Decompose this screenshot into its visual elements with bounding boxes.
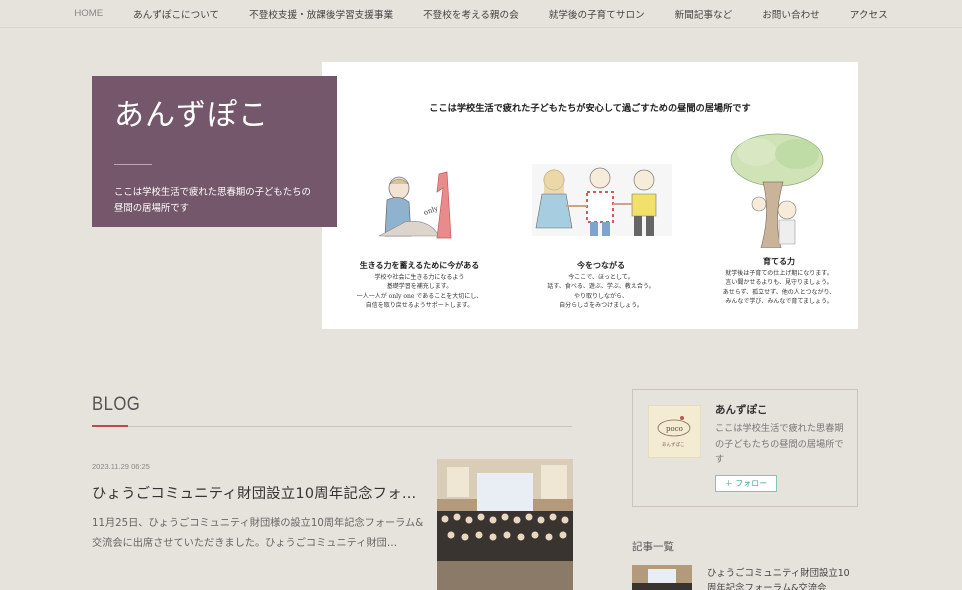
blog-heading: BLOG: [92, 394, 141, 415]
feature-body-live: 学校や社会に生きる力になるよう 基礎学習を補充します。 一人一人が only o…: [356, 274, 483, 309]
nav-item-contact[interactable]: お問い合わせ: [747, 7, 835, 21]
site-tagline: ここは学校生活で疲れた思春期の子どもたちの昼間の居場所です: [114, 187, 311, 214]
feature-heading-connect: 今をつながる: [577, 260, 625, 270]
only-text: only: [423, 204, 440, 217]
blog-section: BLOG: [92, 394, 572, 427]
follow-button[interactable]: ＋ フォロー: [715, 475, 777, 492]
nav-item-access[interactable]: アクセス: [835, 7, 903, 21]
group-photo-image: [437, 459, 573, 590]
nav-item-support[interactable]: 不登校支援・放課後学習支援事業: [234, 7, 408, 21]
profile-logo[interactable]: poco あんずぽこ: [648, 405, 701, 458]
tree-with-children-illustration: [730, 133, 824, 248]
site-title: あんずぽこ: [114, 98, 269, 133]
post-thumbnail[interactable]: [437, 459, 573, 590]
feature-heading-nurture: 育てる力: [763, 256, 795, 266]
post-excerpt: 11月25日、ひょうごコミュニティ財団様の設立10周年記念フォーラム&交流会に出…: [92, 518, 424, 549]
logo-subtext: あんずぽこ: [662, 441, 685, 448]
child-only-one-illustration: only: [378, 171, 452, 239]
title-divider: [114, 164, 152, 165]
site-title-box: あんずぽこ ここは学校生活で疲れた思春期の子どもたちの昼間の居場所です: [92, 76, 337, 227]
nav-item-about[interactable]: あんずぽこについて: [118, 7, 234, 21]
article-list-heading: 記事一覧: [632, 541, 674, 553]
feature-heading-live: 生きる力を蓄えるために今がある: [359, 260, 480, 270]
post-title-link[interactable]: ひょうごコミュニティ財団設立10周年記念フォ…: [92, 482, 422, 503]
profile-name: あんずぽこ: [715, 404, 768, 416]
article-list-thumbnail[interactable]: [632, 565, 692, 590]
children-holding-hands-illustration: [532, 164, 672, 236]
global-nav: HOME あんずぽこについて 不登校支援・放課後学習支援事業 不登校を考える親の…: [0, 0, 962, 28]
logo-text: poco: [666, 425, 683, 433]
blog-heading-divider: [92, 425, 572, 427]
profile-description: ここは学校生活で疲れた思春期の子どもたちの昼間の居場所です: [715, 423, 844, 465]
hero-image: ここは学校生活で疲れた子どもたちが安心して過ごすための昼間の居場所です only…: [322, 62, 858, 329]
nav-item-salon[interactable]: 就学後の子育てサロン: [534, 7, 660, 21]
feature-column-live: 生きる力を蓄えるために今がある 学校や社会に生きる力になるよう 基礎学習を補充し…: [352, 260, 487, 310]
feature-column-nurture: 育てる力 就学後は子育ての仕上げ期になります。 言い聞かせるよりも、見守りましょ…: [706, 256, 852, 306]
article-thumbnail-image: [632, 565, 692, 590]
nav-item-home[interactable]: HOME: [59, 8, 118, 19]
feature-column-connect: 今をつながる 今ここで、ほっとして。 話す、食べる、遊ぶ、学ぶ、教え合う。 やり…: [528, 260, 674, 310]
post-date: 2023.11.29 06:25: [92, 462, 150, 471]
hero-caption: ここは学校生活で疲れた子どもたちが安心して過ごすための昼間の居場所です: [429, 103, 751, 114]
feature-body-nurture: 就学後は子育ての仕上げ期になります。 言い聞かせるよりも、見守りましょう。 あせ…: [722, 270, 836, 305]
poco-logo-icon: poco あんずぽこ: [657, 416, 691, 448]
profile-card: poco あんずぽこ あんずぽこ ここは学校生活で疲れた思春期の子どもたちの昼間…: [632, 389, 858, 507]
article-list-item-title[interactable]: ひょうごコミュニティ財団設立10周年記念フォーラム&交流会: [707, 566, 857, 590]
nav-item-parents-group[interactable]: 不登校を考える親の会: [408, 7, 534, 21]
feature-body-connect: 今ここで、ほっとして。 話す、食べる、遊ぶ、学ぶ、教え合う。 やり取りしながら、…: [547, 274, 655, 309]
nav-item-news[interactable]: 新聞記事など: [660, 7, 748, 21]
